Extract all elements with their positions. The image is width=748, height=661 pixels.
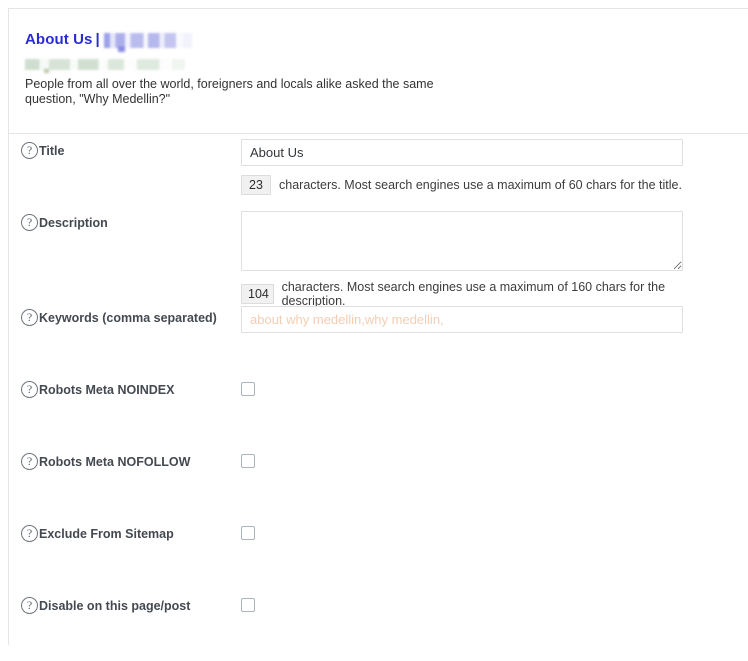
- question-mark-icon[interactable]: ?: [21, 381, 38, 398]
- robots-nofollow-field-area: [241, 450, 683, 468]
- seo-metabox: About Us | People from all over the worl…: [8, 8, 748, 645]
- robots-noindex-field-area: [241, 378, 683, 396]
- serp-preview-title-separator: |: [95, 31, 100, 48]
- field-row-exclude-sitemap: ? Exclude From Sitemap: [9, 517, 748, 589]
- robots-noindex-label: Robots Meta NOINDEX: [39, 382, 175, 397]
- robots-nofollow-label-group: ? Robots Meta NOFOLLOW: [21, 453, 190, 470]
- title-label-group: ? Title: [21, 142, 64, 159]
- field-row-robots-noindex: ? Robots Meta NOINDEX: [9, 373, 748, 445]
- field-row-robots-nofollow: ? Robots Meta NOFOLLOW: [9, 445, 748, 517]
- keywords-label-group: ? Keywords (comma separated): [21, 309, 217, 326]
- exclude-sitemap-label: Exclude From Sitemap: [39, 526, 174, 541]
- description-label: Description: [39, 215, 108, 230]
- exclude-sitemap-checkbox[interactable]: [241, 526, 255, 540]
- field-row-keywords: ? Keywords (comma separated): [9, 301, 748, 373]
- description-field-area: 104 characters. Most search engines use …: [241, 211, 683, 308]
- description-label-group: ? Description: [21, 214, 108, 231]
- disable-on-page-label-group: ? Disable on this page/post: [21, 597, 190, 614]
- keywords-input[interactable]: [241, 306, 683, 333]
- disable-on-page-field-area: [241, 594, 683, 612]
- title-counter-line: 23 characters. Most search engines use a…: [241, 175, 683, 195]
- question-mark-icon[interactable]: ?: [21, 214, 38, 231]
- exclude-sitemap-label-group: ? Exclude From Sitemap: [21, 525, 174, 542]
- robots-noindex-checkbox[interactable]: [241, 382, 255, 396]
- redacted-site-name: [103, 32, 192, 48]
- field-row-title: ? Title 23 characters. Most search engin…: [9, 134, 748, 206]
- title-field-area: 23 characters. Most search engines use a…: [241, 139, 683, 195]
- redacted-url: [25, 59, 185, 70]
- title-label: Title: [39, 143, 65, 158]
- serp-preview-panel: About Us | People from all over the worl…: [9, 9, 748, 134]
- keywords-label: Keywords (comma separated): [39, 310, 217, 325]
- serp-preview-title: About Us |: [25, 31, 732, 49]
- exclude-sitemap-field-area: [241, 522, 683, 540]
- robots-nofollow-checkbox[interactable]: [241, 454, 255, 468]
- question-mark-icon[interactable]: ?: [21, 597, 38, 614]
- title-character-count: 23: [241, 175, 271, 195]
- title-counter-help: characters. Most search engines use a ma…: [279, 178, 682, 192]
- disable-on-page-checkbox[interactable]: [241, 598, 255, 612]
- robots-nofollow-label: Robots Meta NOFOLLOW: [39, 454, 191, 469]
- field-row-disable-on-page: ? Disable on this page/post: [9, 589, 748, 661]
- question-mark-icon[interactable]: ?: [21, 309, 38, 326]
- disable-on-page-label: Disable on this page/post: [39, 598, 191, 613]
- serp-preview-title-text: About Us: [25, 31, 93, 48]
- description-textarea[interactable]: [241, 211, 683, 271]
- question-mark-icon[interactable]: ?: [21, 453, 38, 470]
- field-row-description: ? Description 104 characters. Most searc…: [9, 206, 748, 308]
- question-mark-icon[interactable]: ?: [21, 525, 38, 542]
- robots-noindex-label-group: ? Robots Meta NOINDEX: [21, 381, 174, 398]
- title-input[interactable]: [241, 139, 683, 166]
- keywords-field-area: [241, 306, 683, 333]
- serp-preview-description: People from all over the world, foreigne…: [25, 77, 434, 106]
- question-mark-icon[interactable]: ?: [21, 142, 38, 159]
